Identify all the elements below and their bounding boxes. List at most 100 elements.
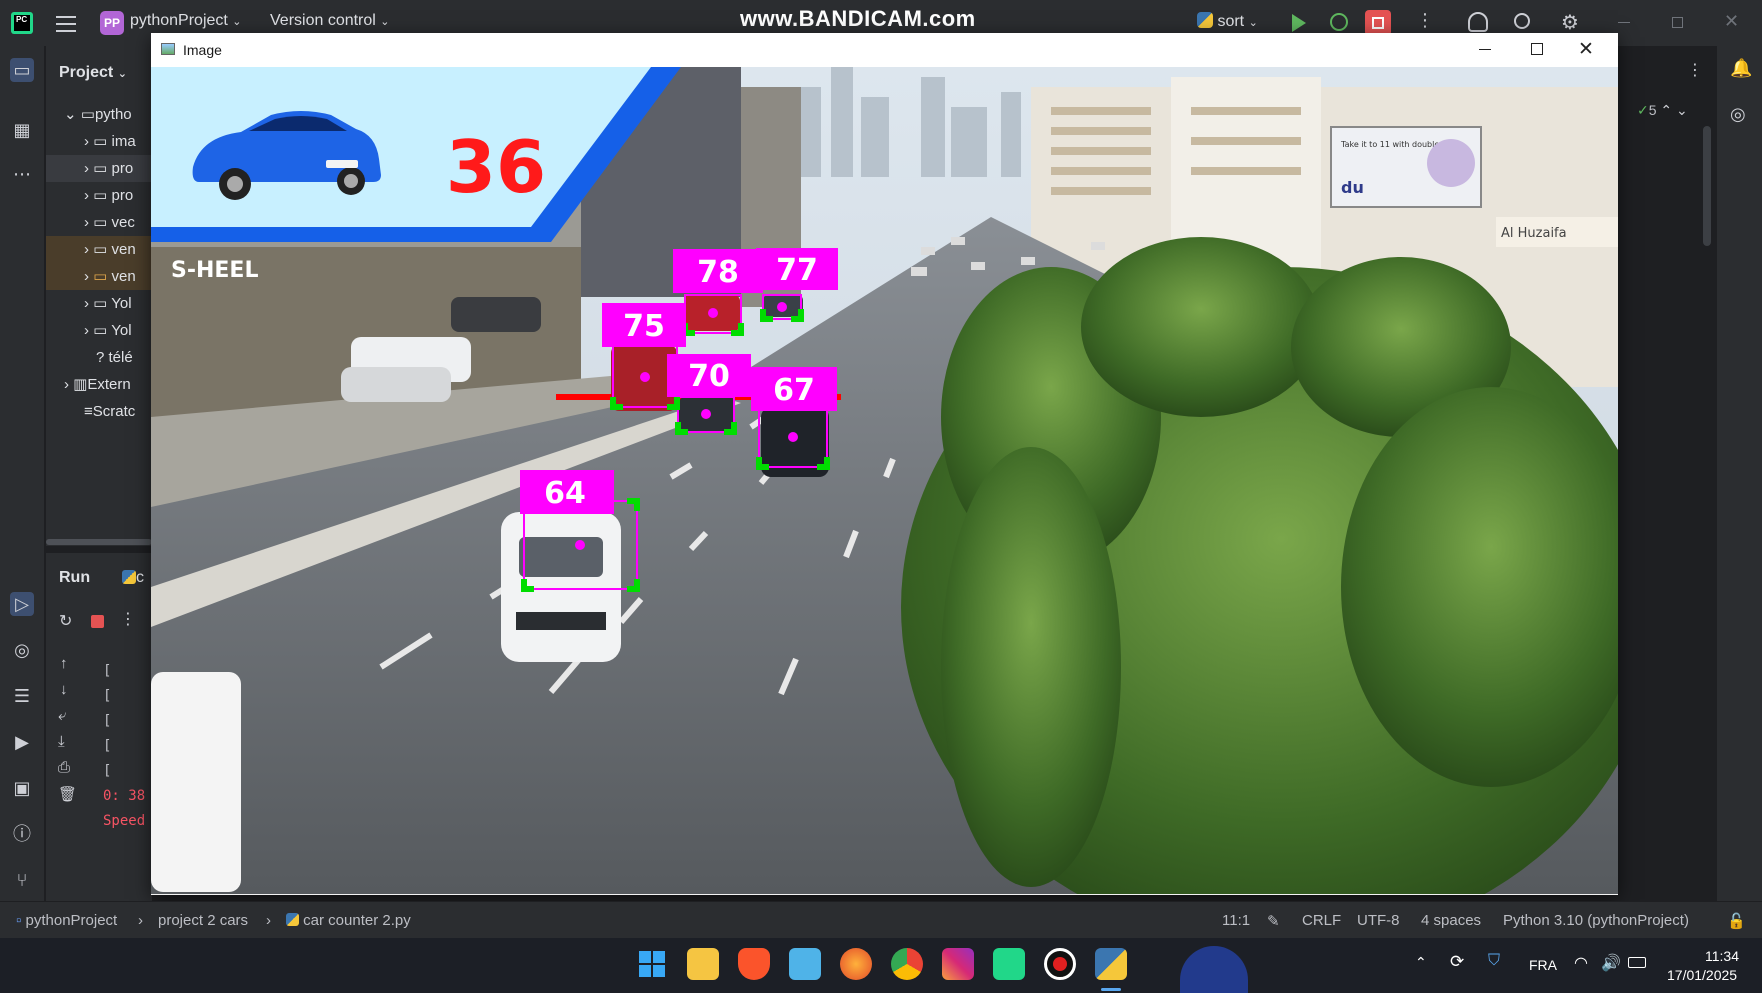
show-hidden-icons-icon[interactable]: ⌃ <box>1415 954 1427 971</box>
tree-item[interactable]: › ▭ pro <box>46 182 152 209</box>
print-icon[interactable]: ⎙ <box>58 759 70 776</box>
file-explorer-icon[interactable] <box>687 948 719 980</box>
pycharm-taskbar-icon[interactable] <box>993 948 1025 980</box>
photos-app-icon[interactable] <box>789 948 821 980</box>
main-menu-icon[interactable] <box>56 14 76 32</box>
maximize-icon[interactable] <box>1531 43 1543 55</box>
tree-item[interactable]: › ▭ ven <box>46 263 152 290</box>
notifications-bell-icon[interactable]: 🔔 <box>1730 58 1752 79</box>
cursor-position[interactable]: 11:1 <box>1222 912 1250 929</box>
more-icon[interactable]: ⋮ <box>1687 60 1703 80</box>
version-control-dropdown[interactable]: Version control ⌄ <box>270 12 390 30</box>
settings-gear-icon[interactable]: ⚙ <box>1561 10 1579 35</box>
python-console-icon[interactable]: ◎ <box>10 638 34 662</box>
line-separator[interactable]: CRLF <box>1302 912 1341 929</box>
structure-icon[interactable]: ▦ <box>10 118 34 142</box>
chevron-right-icon: › <box>64 376 69 393</box>
building-sign-text: Al Huzaifa <box>1501 226 1567 241</box>
minimize-window-icon[interactable] <box>1618 22 1630 23</box>
tree-item-label: télé <box>108 349 133 366</box>
python-interpreter[interactable]: Python 3.10 (pythonProject) <box>1503 912 1689 929</box>
volume-icon[interactable]: 🔊 <box>1601 953 1621 973</box>
tree-item[interactable]: › ▥Extern <box>46 371 152 398</box>
soft-wrap-icon[interactable]: ⤶ <box>58 707 66 724</box>
windows-start-icon[interactable] <box>636 948 668 980</box>
firefox-icon[interactable] <box>840 948 872 980</box>
run-tool-icon[interactable]: ▷ <box>10 592 34 616</box>
close-window-icon[interactable]: ✕ <box>1724 11 1739 32</box>
tree-item[interactable]: ⌄ ▭pytho <box>46 101 152 128</box>
lock-icon[interactable]: 🔓 <box>1727 912 1746 930</box>
tree-item[interactable]: ≡Scratc <box>46 398 152 425</box>
close-icon[interactable]: ✕ <box>1578 38 1594 61</box>
tree-item[interactable]: › ▭ pro <box>46 155 152 182</box>
chevron-down-icon: ⌄ <box>64 106 77 123</box>
tree-item[interactable]: › ▭ Yol <box>46 317 152 344</box>
sync-icon[interactable]: ⟳ <box>1450 952 1464 972</box>
folder-icon: ▭ <box>93 187 108 204</box>
file-encoding[interactable]: UTF-8 <box>1357 912 1400 929</box>
id-label-64: 64 <box>520 470 614 514</box>
tree-item[interactable]: ? télé <box>46 344 152 371</box>
layers-icon[interactable]: ☰ <box>10 684 34 708</box>
code-with-me-icon[interactable] <box>1468 12 1488 32</box>
minimize-icon[interactable] <box>1479 49 1491 50</box>
git-icon[interactable]: ⑂ <box>10 868 34 892</box>
run-icon[interactable] <box>1292 14 1306 32</box>
brave-browser-icon[interactable] <box>738 948 770 980</box>
project-panel-header[interactable]: Project ⌄ <box>59 64 127 82</box>
project-badge[interactable]: PP <box>100 11 124 35</box>
scroll-down-icon[interactable]: ↓ <box>60 681 68 698</box>
battery-icon[interactable] <box>1628 957 1646 968</box>
more-tools-icon[interactable]: ⋯ <box>10 162 34 186</box>
restore-window-icon[interactable] <box>1672 17 1683 28</box>
clear-console-icon[interactable]: 🗑 <box>58 785 77 803</box>
clock-date[interactable]: 17/01/2025 <box>1667 967 1737 983</box>
image-window-titlebar[interactable]: Image ✕ <box>151 33 1618 67</box>
inspection-indicator[interactable]: ✓5 ⌃ ⌄ <box>1637 102 1688 119</box>
rerun-icon[interactable]: ↻ <box>59 611 72 631</box>
ai-assistant-icon[interactable]: ◎ <box>1730 104 1746 125</box>
chrome-icon[interactable] <box>891 948 923 980</box>
clock-time[interactable]: 11:34 <box>1705 948 1739 964</box>
pycharm-logo-icon[interactable]: PC <box>11 12 33 34</box>
opencv-image-window[interactable]: Image ✕ S-HEEL Take it to 11 with double… <box>151 33 1618 895</box>
horizontal-scrollbar[interactable] <box>46 539 152 545</box>
instagram-icon[interactable] <box>942 948 974 980</box>
debug-icon[interactable] <box>1330 13 1348 31</box>
scroll-to-end-icon[interactable]: ⤓ <box>58 733 65 750</box>
wifi-icon[interactable]: ◠ <box>1574 953 1588 973</box>
run-config-dropdown[interactable]: sort ⌄ <box>1197 12 1258 31</box>
folder-icon: ▭ <box>93 268 108 285</box>
project-name-dropdown[interactable]: pythonProject ⌄ <box>130 12 242 30</box>
editor-scrollbar[interactable] <box>1703 126 1711 246</box>
search-icon[interactable] <box>1514 13 1530 29</box>
breadcrumb-folder[interactable]: project 2 cars <box>158 912 248 929</box>
scroll-up-icon[interactable]: ↑ <box>60 655 68 672</box>
services-icon[interactable]: ▶ <box>10 730 34 754</box>
python-taskbar-icon[interactable] <box>1095 948 1127 980</box>
indent-setting[interactable]: 4 spaces <box>1421 912 1481 929</box>
bandicam-record-icon[interactable] <box>1044 948 1076 980</box>
inspection-count: 5 <box>1648 102 1657 118</box>
tree-item-label: ima <box>111 133 136 150</box>
run-panel-title[interactable]: Run <box>59 569 90 587</box>
project-folder-icon[interactable]: ▭ <box>10 58 34 82</box>
tree-item[interactable]: › ▭ Yol <box>46 290 152 317</box>
tree-item[interactable]: › ▭ ima <box>46 128 152 155</box>
input-language[interactable]: FRA <box>1529 957 1557 973</box>
console-error-line: 0: 38 <box>103 788 146 804</box>
more-actions-icon[interactable]: ⋮ <box>1416 10 1434 31</box>
readonly-toggle-icon[interactable]: ✎ <box>1267 912 1280 930</box>
problems-icon[interactable]: ⓘ <box>10 822 34 846</box>
stop-run-icon[interactable] <box>91 615 104 628</box>
terminal-icon[interactable]: ▣ <box>10 776 34 800</box>
breadcrumb-file[interactable]: car counter 2.py <box>286 912 411 929</box>
more-run-actions-icon[interactable]: ⋮ <box>120 609 136 629</box>
tree-item[interactable]: › ▭ ven <box>46 236 152 263</box>
run-tab[interactable]: c <box>122 569 144 587</box>
security-shield-icon[interactable]: ⛉ <box>1488 952 1500 970</box>
folder-icon: ▭ <box>93 160 108 177</box>
tree-item[interactable]: › ▭ vec <box>46 209 152 236</box>
breadcrumb-project[interactable]: ▫ pythonProject <box>16 912 117 929</box>
